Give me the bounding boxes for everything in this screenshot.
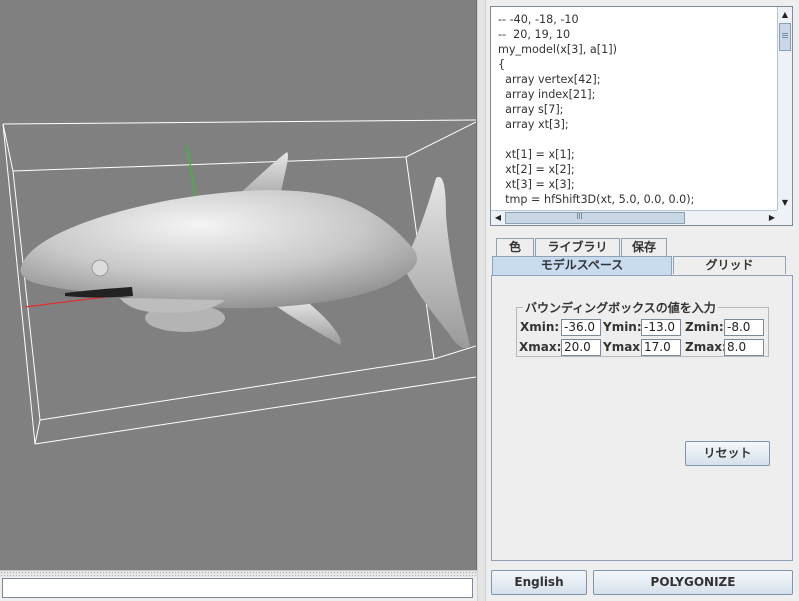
xmax-label: Xmax: — [519, 340, 562, 354]
code-line[interactable]: xt[1] = x[1]; — [498, 147, 774, 162]
xmin-label: Xmin: — [520, 320, 560, 334]
zmin-input[interactable]: -8.0 — [724, 319, 764, 336]
code-line[interactable]: xt[3] = x[3]; — [498, 177, 774, 192]
english-button[interactable]: English — [491, 570, 587, 595]
ymin-label: Ymin: — [603, 320, 642, 334]
tab-color[interactable]: 色 — [496, 238, 534, 256]
code-line[interactable]: xt[2] = x[2]; — [498, 162, 774, 177]
xmin-input[interactable]: -36.0 — [561, 319, 601, 336]
3d-viewport[interactable] — [0, 0, 477, 570]
tab-library[interactable]: ライブラリ — [535, 238, 620, 256]
shark-body — [20, 190, 417, 309]
ymin-input[interactable]: -13.0 — [641, 319, 681, 336]
scroll-down-icon[interactable]: ▼ — [779, 197, 791, 209]
code-line[interactable]: array s[7]; — [498, 102, 774, 117]
scroll-left-icon[interactable]: ◀ — [492, 212, 504, 224]
code-line[interactable]: my_model(x[3], a[1]) — [498, 42, 774, 57]
xmax-input[interactable]: 20.0 — [561, 339, 601, 356]
vertical-scroll-thumb[interactable] — [779, 23, 791, 51]
split-divider[interactable] — [477, 0, 486, 601]
pelvic-fin — [275, 300, 341, 345]
ymax-input[interactable]: 17.0 — [641, 339, 681, 356]
zmax-input[interactable]: 8.0 — [724, 339, 764, 356]
shark-render — [2, 119, 476, 445]
code-line[interactable]: tmp = hfShift3D(xt, 5.0, 0.0, 0.0); — [498, 192, 774, 207]
tab-grid[interactable]: グリッド — [673, 256, 786, 274]
shark-eye — [91, 259, 109, 277]
code-text[interactable]: -- -40, -18, -10 -- 20, 19, 10 my_model(x[… — [498, 12, 774, 208]
tab-model-space[interactable]: モデルスペース — [492, 256, 672, 276]
code-line[interactable]: -- -40, -18, -10 — [498, 12, 774, 27]
code-line[interactable]: -- 20, 19, 10 — [498, 27, 774, 42]
scroll-corner — [777, 210, 792, 225]
code-line[interactable]: { — [498, 57, 774, 72]
ymax-label: Ymax: — [603, 340, 645, 354]
code-line[interactable]: array xt[3]; — [498, 117, 774, 132]
bounding-box-title: バウンディングボックスの値を入力 — [523, 299, 718, 316]
zmin-label: Zmin: — [685, 320, 724, 334]
model-space-panel: バウンディングボックスの値を入力 Xmin: -36.0 Ymin: -13.0… — [491, 275, 793, 561]
code-line[interactable]: array index[21]; — [498, 87, 774, 102]
code-line[interactable] — [498, 132, 774, 147]
code-editor[interactable]: -- -40, -18, -10 -- 20, 19, 10 my_model(x[… — [490, 6, 793, 226]
console-resize-grip[interactable] — [0, 570, 477, 577]
console-input[interactable] — [2, 578, 473, 598]
zmax-label: Zmax: — [685, 340, 727, 354]
code-line[interactable]: array vertex[42]; — [498, 72, 774, 87]
horizontal-scrollbar[interactable]: ◀ ▶ — [491, 210, 779, 225]
scroll-up-icon[interactable]: ▲ — [779, 9, 791, 21]
y-axis-line — [186, 144, 198, 206]
polygonize-button[interactable]: POLYGONIZE — [593, 570, 793, 595]
reset-button[interactable]: リセット — [685, 441, 770, 466]
vertical-scrollbar[interactable]: ▲ ▼ — [777, 7, 792, 211]
tab-save[interactable]: 保存 — [621, 238, 667, 256]
horizontal-scroll-thumb[interactable] — [505, 212, 685, 224]
